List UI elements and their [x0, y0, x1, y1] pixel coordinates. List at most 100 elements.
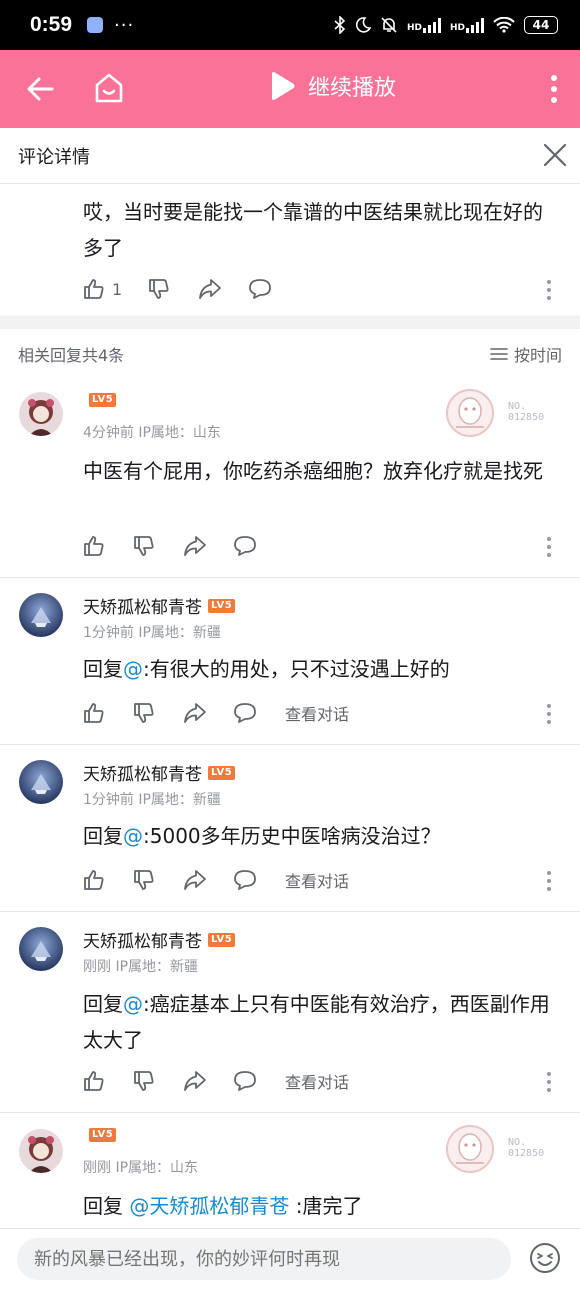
reply-username[interactable]: LV5: [83, 393, 117, 407]
like-button[interactable]: [82, 532, 106, 560]
like-button[interactable]: [82, 866, 106, 894]
avatar[interactable]: [19, 927, 63, 971]
avatar[interactable]: [19, 392, 63, 436]
comment-bubble-icon: [234, 1071, 256, 1091]
reply-button[interactable]: [232, 532, 258, 560]
reply-meta: 4分钟前 IP属地：山东: [83, 425, 221, 441]
sort-icon: [490, 348, 508, 360]
sort-by-time-button[interactable]: 按时间: [490, 342, 562, 366]
thumbs-down-icon: [134, 536, 154, 556]
reply-actions: 查看对话: [82, 1067, 572, 1097]
home-icon[interactable]: [91, 70, 127, 106]
status-bar: 0:59 ··· HD HD 44: [0, 0, 580, 50]
comment-detail-title: 评论详情: [18, 146, 90, 168]
thumbs-down-icon: [134, 870, 154, 890]
share-icon: [199, 279, 221, 299]
comment-bubble-icon: [234, 703, 256, 723]
main-comment-text: 哎，当时要是能找一个靠谱的中医结果就比现在好的多了: [83, 200, 543, 260]
view-conversation-link[interactable]: 查看对话: [285, 699, 349, 727]
status-time: 0:59: [30, 13, 73, 36]
thumbs-up-icon: [84, 870, 104, 890]
battery-indicator: 44: [524, 16, 558, 34]
reply-username[interactable]: 天矫孤松郁青苍 LV5: [83, 593, 236, 618]
reply-meta: 刚刚 IP属地：山东: [83, 1160, 199, 1176]
mention-link[interactable]: @: [123, 657, 143, 681]
like-button[interactable]: [82, 1067, 106, 1095]
dislike-button[interactable]: [132, 532, 156, 560]
thumbs-down-icon: [134, 1071, 154, 1091]
reply-text: 回复@:癌症基本上只有中医能有效治疗，西医副作用太大了: [83, 992, 550, 1052]
thumbs-down-icon: [134, 703, 154, 723]
share-icon: [184, 1071, 206, 1091]
avatar[interactable]: [19, 1129, 63, 1173]
reply-meta: 1分钟前 IP属地：新疆: [83, 792, 221, 808]
reply-actions: [82, 532, 572, 562]
like-button[interactable]: 1: [82, 275, 122, 303]
share-button[interactable]: [182, 699, 208, 727]
reply-button[interactable]: [247, 275, 273, 303]
mention-link[interactable]: @: [123, 824, 143, 848]
avatar[interactable]: [19, 593, 63, 637]
level-badge: LV5: [208, 932, 236, 947]
emoji-icon[interactable]: [528, 1241, 562, 1275]
continue-play-button[interactable]: 继续播放: [268, 70, 396, 102]
mention-link[interactable]: @: [123, 992, 143, 1016]
share-button[interactable]: [182, 866, 208, 894]
comment-more-icon[interactable]: [546, 1071, 552, 1093]
fan-badge-decoration: [446, 389, 494, 437]
bluetooth-icon: [334, 16, 346, 34]
comment-bubble-icon: [234, 536, 256, 556]
back-arrow-icon[interactable]: [24, 72, 58, 106]
play-icon: [272, 72, 295, 100]
comment-more-icon[interactable]: [546, 279, 552, 301]
more-options-icon[interactable]: [550, 74, 558, 104]
main-comment-actions: 1: [82, 275, 572, 305]
reply-text: 回复 @天矫孤松郁青苍 :唐完了: [83, 1194, 363, 1218]
dislike-button[interactable]: [132, 866, 156, 894]
share-button[interactable]: [197, 275, 223, 303]
reply-username[interactable]: 天矫孤松郁青苍 LV5: [83, 760, 236, 785]
continue-play-label: 继续播放: [308, 76, 397, 101]
reply-actions: 查看对话: [82, 699, 572, 729]
reply-button[interactable]: [232, 699, 258, 727]
share-icon: [184, 536, 206, 556]
thumbs-up-icon: [84, 279, 104, 299]
comment-input-bar: [0, 1228, 580, 1289]
share-icon: [184, 870, 206, 890]
reply-text: 回复@:有很大的用处，只不过没遇上好的: [83, 657, 450, 681]
fan-badge-number: NO. 012850: [508, 401, 545, 423]
app-bar: 继续播放: [0, 50, 580, 128]
reply-meta: 刚刚 IP属地：新疆: [83, 959, 199, 975]
thumbs-up-icon: [84, 1071, 104, 1091]
comment-more-icon[interactable]: [546, 870, 552, 892]
reply-button[interactable]: [232, 1067, 258, 1095]
thumbs-up-icon: [84, 536, 104, 556]
reply-item: LV5 4分钟前 IP属地：山东 NO. 012850 中医有个屁用，你吃药杀癌…: [0, 379, 580, 578]
fan-badge-number: NO. 012850: [508, 1137, 545, 1159]
signal-1: HD: [407, 17, 441, 33]
comment-input[interactable]: [17, 1238, 511, 1280]
comment-more-icon[interactable]: [546, 703, 552, 725]
view-conversation-link[interactable]: 查看对话: [285, 866, 349, 894]
dislike-button[interactable]: [132, 1067, 156, 1095]
close-icon[interactable]: [542, 142, 568, 168]
level-badge: LV5: [208, 765, 236, 780]
share-button[interactable]: [182, 1067, 208, 1095]
reply-username[interactable]: LV5: [83, 1128, 117, 1142]
comment-more-icon[interactable]: [546, 536, 552, 558]
reply-username[interactable]: 天矫孤松郁青苍 LV5: [83, 927, 236, 952]
reply-button[interactable]: [232, 866, 258, 894]
section-gap: [0, 315, 580, 329]
comment-bubble-icon: [234, 870, 256, 890]
like-button[interactable]: [82, 699, 106, 727]
wifi-icon: [493, 17, 515, 33]
like-count: 1: [112, 279, 123, 299]
signal-2: HD: [450, 17, 484, 33]
dislike-button[interactable]: [132, 699, 156, 727]
view-conversation-link[interactable]: 查看对话: [285, 1067, 349, 1095]
share-button[interactable]: [182, 532, 208, 560]
mention-link[interactable]: @天矫孤松郁青苍: [129, 1194, 289, 1218]
avatar[interactable]: [19, 760, 63, 804]
dislike-button[interactable]: [147, 275, 171, 303]
reply-text: 中医有个屁用，你吃药杀癌细胞？放弃化疗就是找死: [83, 459, 543, 483]
